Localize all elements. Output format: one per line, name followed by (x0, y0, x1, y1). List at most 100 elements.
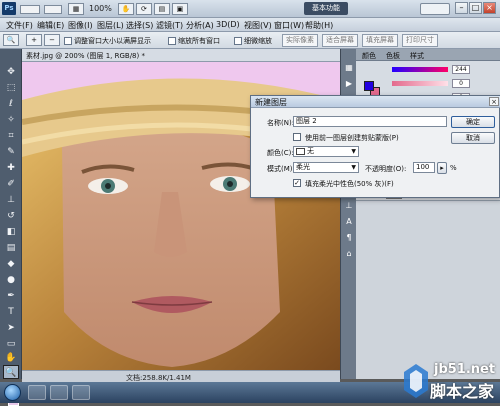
scrubby-zoom-label: 细微缩放 (244, 37, 272, 45)
explorer-icon[interactable] (28, 385, 46, 400)
media-player-icon[interactable] (50, 385, 68, 400)
hand-tool-icon[interactable]: ✋ (3, 351, 19, 365)
ok-button[interactable]: 确定 (451, 116, 495, 128)
dialog-title: 新建图层 (255, 98, 287, 107)
clone-source-panel-icon[interactable]: ⊥ (344, 201, 354, 211)
app-bar: Ps ▦ 100% ✋ ⟳ ▤ ▣ 基本功能 – □ × (0, 0, 500, 18)
photoshop-logo: Ps (2, 2, 16, 15)
dodge-tool-icon[interactable]: ● (3, 273, 19, 287)
zoom-level[interactable]: 100% (89, 4, 112, 13)
tool-presets-panel-icon[interactable]: ⌂ (344, 249, 354, 259)
menu-image[interactable]: 图像(I) (68, 20, 93, 31)
rotate-view-icon[interactable]: ⟳ (135, 2, 152, 15)
eraser-tool-icon[interactable]: ◧ (3, 225, 19, 239)
resize-windows-checkbox[interactable] (64, 37, 72, 45)
minimize-button[interactable]: – (455, 2, 468, 14)
zoom-all-windows-label: 缩放所有窗口 (178, 37, 220, 45)
marquee-tool-icon[interactable]: ⬚ (3, 81, 19, 95)
pen-tool-icon[interactable]: ✒ (3, 289, 19, 303)
red-value[interactable]: 244 (452, 65, 470, 74)
scrubby-zoom-checkbox[interactable] (234, 37, 242, 45)
crop-tool-icon[interactable]: ⌗ (3, 129, 19, 143)
mini-bridge-button[interactable] (44, 5, 62, 14)
color-select[interactable]: 无 ▼ (293, 146, 359, 157)
bridge-button[interactable] (20, 5, 40, 14)
menu-filter[interactable]: 滤镜(T) (156, 20, 183, 31)
document-status-bar: 文档:258.8K/1.41M (22, 370, 340, 382)
shape-tool-icon[interactable]: ▭ (3, 337, 19, 351)
chevron-down-icon: ▼ (351, 164, 356, 171)
color-label: 颜色(C): (267, 149, 294, 157)
green-value[interactable]: 0 (452, 79, 470, 88)
lasso-tool-icon[interactable]: ℓ (3, 97, 19, 111)
clipping-mask-checkbox[interactable] (293, 133, 301, 141)
tab-swatches[interactable]: 色板 (386, 51, 400, 61)
maximize-button[interactable]: □ (469, 2, 482, 14)
blend-mode-select[interactable]: 柔光 ▼ (293, 162, 359, 173)
menu-analysis[interactable]: 分析(A) (186, 20, 214, 31)
color-panel-foreground-swatch[interactable] (364, 81, 374, 91)
name-label: 名称(N): (267, 119, 295, 127)
cancel-button[interactable]: 取消 (451, 132, 495, 144)
print-size-button[interactable]: 打印尺寸 (402, 34, 438, 47)
cs-live-button[interactable] (420, 3, 450, 15)
menu-layer[interactable]: 图层(L) (97, 20, 124, 31)
layer-name-input[interactable]: 图层 2 (293, 116, 447, 127)
opacity-input[interactable]: 100 (413, 162, 435, 173)
zoom-out-icon[interactable]: − (44, 34, 60, 46)
zoom-icon[interactable]: 🔍 (3, 34, 19, 46)
arrange-documents-icon[interactable]: ▤ (153, 2, 170, 15)
menu-view[interactable]: 视图(V) (244, 20, 272, 31)
fit-screen-button[interactable]: 适合屏幕 (322, 34, 358, 47)
neutral-fill-checkbox[interactable]: ✓ (293, 179, 301, 187)
actions-panel-icon[interactable]: ▶ (344, 79, 354, 89)
history-panel-icon[interactable]: ▦ (344, 63, 354, 73)
opacity-dropdown-icon[interactable]: ▸ (437, 162, 447, 174)
dialog-close-icon[interactable]: × (489, 97, 499, 106)
clone-stamp-tool-icon[interactable]: ⊥ (3, 193, 19, 207)
menu-3d[interactable]: 3D(D) (216, 20, 240, 29)
tab-styles[interactable]: 样式 (410, 51, 424, 61)
photoshop-taskbar-icon[interactable] (72, 385, 90, 400)
clipping-mask-label: 使用前一图层创建剪贴蒙版(P) (305, 134, 399, 142)
menu-file[interactable]: 文件(F) (6, 20, 33, 31)
close-button[interactable]: × (483, 2, 496, 14)
gradient-tool-icon[interactable]: ▤ (3, 241, 19, 255)
type-tool-icon[interactable]: T (3, 305, 19, 319)
healing-brush-tool-icon[interactable]: ✚ (3, 161, 19, 175)
menu-select[interactable]: 选择(S) (126, 20, 153, 31)
paragraph-panel-icon[interactable]: ¶ (344, 233, 354, 243)
eyedropper-tool-icon[interactable]: ✎ (3, 145, 19, 159)
menu-edit[interactable]: 编辑(E) (37, 20, 64, 31)
menu-help[interactable]: 帮助(H) (305, 20, 333, 31)
document-title: 素材.jpg @ 200% (图层 1, RGB/8) * (26, 52, 145, 60)
history-brush-tool-icon[interactable]: ↺ (3, 209, 19, 223)
zoom-all-windows-checkbox[interactable] (168, 37, 176, 45)
move-tool-icon[interactable]: ✥ (3, 65, 19, 79)
color-swatch (296, 147, 305, 155)
brush-tool-icon[interactable]: ✐ (3, 177, 19, 191)
actual-pixels-button[interactable]: 实际像素 (282, 34, 318, 47)
path-selection-tool-icon[interactable]: ➤ (3, 321, 19, 335)
blur-tool-icon[interactable]: ◆ (3, 257, 19, 271)
zoom-in-icon[interactable]: + (26, 34, 42, 46)
red-slider[interactable] (392, 67, 448, 72)
tab-color[interactable]: 颜色 (362, 51, 376, 61)
hand-tool-icon[interactable]: ✋ (117, 2, 134, 15)
jb51-logo-icon (404, 364, 428, 398)
magic-wand-tool-icon[interactable]: ✧ (3, 113, 19, 127)
character-panel-icon[interactable]: A (344, 217, 354, 227)
zoom-tool-icon[interactable]: 🔍 (3, 365, 19, 379)
color-panel-header: 颜色 色板 样式 (356, 49, 500, 61)
workspace-essentials-button[interactable]: 基本功能 (304, 2, 348, 15)
mode-label: 模式(M): (267, 165, 295, 173)
menu-window[interactable]: 窗口(W) (274, 20, 304, 31)
chevron-down-icon: ▼ (351, 148, 356, 155)
screen-mode-icon[interactable]: ▣ (171, 2, 188, 15)
document-tab[interactable]: 素材.jpg @ 200% (图层 1, RGB/8) * (22, 49, 340, 62)
start-button[interactable] (4, 384, 21, 401)
fill-screen-button[interactable]: 填充屏幕 (362, 34, 398, 47)
green-slider[interactable] (392, 81, 448, 86)
view-extras-icon[interactable]: ▦ (68, 2, 84, 15)
dialog-title-bar[interactable]: 新建图层 × (251, 96, 500, 108)
